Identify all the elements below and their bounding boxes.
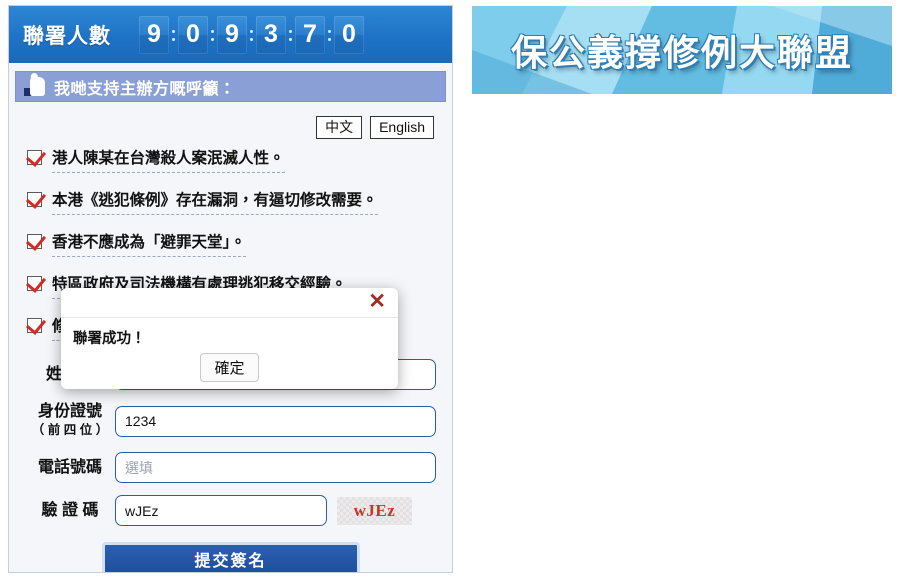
checkbox-checked-icon[interactable] (27, 234, 42, 249)
checklist-item-label: 本港《逃犯條例》存在漏洞，有逼切修改需要。 (52, 191, 378, 215)
counter-digit: 3 (256, 15, 286, 54)
digit-separator (247, 16, 256, 54)
counter-digit: 9 (139, 15, 169, 54)
phone-input[interactable] (115, 452, 436, 483)
id-label: 身份證號 （ 前 四 位 ） (25, 402, 115, 440)
close-icon[interactable]: ✕ (368, 291, 386, 312)
page-root: 聯署人數 909370 我哋支持主辦方嘅呼籲： 中文 English 港人陳某在… (0, 0, 900, 578)
checklist-item-label: 香港不應成為「避罪天堂」。 (52, 233, 246, 257)
lang-button-english[interactable]: English (370, 116, 434, 139)
captcha-image[interactable]: wJEz (337, 496, 412, 525)
organization-banner: 保公義撐修例大聯盟 (472, 6, 892, 94)
submit-wrap: 提交簽名 (25, 538, 436, 572)
dialog-header: ✕ (61, 288, 398, 318)
checklist-item-label: 港人陳某在台灣殺人案泯滅人性。 (52, 149, 285, 173)
dialog-confirm-button[interactable]: 確定 (200, 353, 259, 382)
digit-separator (208, 16, 217, 54)
checklist-item[interactable]: 港人陳某在台灣殺人案泯滅人性。 (25, 149, 436, 173)
signature-counter-bar: 聯署人數 909370 (9, 6, 452, 63)
checkbox-checked-icon[interactable] (27, 318, 42, 333)
captcha-input[interactable] (115, 495, 327, 526)
id-label-main: 身份證號 (37, 403, 102, 420)
checkbox-checked-icon[interactable] (27, 192, 42, 207)
banner-title: 保公義撐修例大聯盟 (510, 32, 853, 73)
counter-digit: 7 (295, 15, 325, 54)
slogan-bar: 我哋支持主辦方嘅呼籲： (15, 71, 446, 102)
counter-digit: 0 (334, 15, 364, 54)
dialog-message: 聯署成功！ (73, 331, 146, 347)
field-row-captcha: 驗 證 碼 wJEz (25, 495, 436, 526)
counter-label: 聯署人數 (23, 24, 111, 48)
checklist-item[interactable]: 本港《逃犯條例》存在漏洞，有逼切修改需要。 (25, 191, 436, 215)
id-label-sub: （ 前 四 位 ） (31, 423, 109, 437)
checklist-item[interactable]: 香港不應成為「避罪天堂」。 (25, 233, 436, 257)
slogan-text: 我哋支持主辦方嘅呼籲： (54, 80, 236, 98)
counter-digit: 0 (178, 15, 208, 54)
captcha-label: 驗 證 碼 (41, 502, 99, 519)
checkbox-checked-icon[interactable] (27, 150, 42, 165)
language-switcher: 中文 English (25, 116, 434, 139)
digit-separator (286, 16, 295, 54)
dialog-footer: 確定 (61, 353, 398, 382)
form-fields: 姓 名 身份證號 （ 前 四 位 ） 電話號碼 驗 證 碼 (25, 359, 436, 572)
success-dialog: ✕ 聯署成功！ 確定 (61, 288, 398, 389)
phone-label: 電話號碼 (37, 459, 102, 476)
digit-separator (169, 16, 178, 54)
submit-signature-button[interactable]: 提交簽名 (101, 542, 360, 572)
checkbox-checked-icon[interactable] (27, 276, 42, 291)
counter-digit: 9 (217, 15, 247, 54)
id-input[interactable] (115, 405, 436, 437)
field-row-phone: 電話號碼 (25, 452, 436, 483)
counter-digits: 909370 (139, 15, 364, 54)
field-row-id: 身份證號 （ 前 四 位 ） (25, 402, 436, 440)
digit-separator (325, 16, 334, 54)
promo-panel: 保公義撐修例大聯盟 (461, 0, 900, 578)
lang-button-chinese[interactable]: 中文 (316, 116, 363, 139)
thumbs-up-icon (24, 76, 46, 97)
